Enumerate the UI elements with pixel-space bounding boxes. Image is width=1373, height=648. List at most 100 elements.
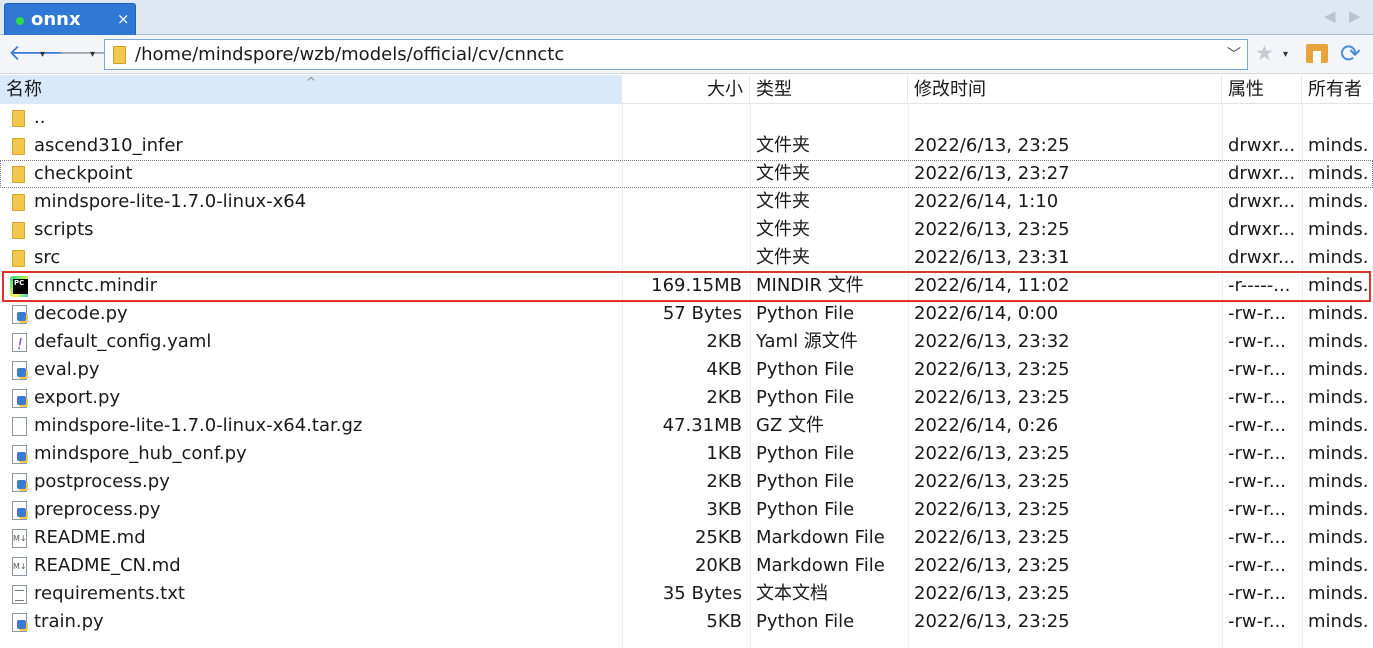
home-folder-icon[interactable] — [1306, 44, 1328, 63]
file-name: decode.py — [34, 303, 128, 324]
file-row[interactable]: .. — [0, 104, 1373, 132]
file-row[interactable]: preprocess.py 3KB Python File 2022/6/13, 23… — [0, 496, 1373, 524]
yaml-file-icon — [12, 330, 27, 356]
file-size: 20KB — [694, 555, 742, 576]
file-icon-cell — [10, 384, 28, 412]
file-attributes — [1228, 104, 1298, 132]
column-header-owner[interactable]: 所有者 — [1302, 75, 1373, 104]
file-attributes: -rw-r... — [1228, 471, 1287, 492]
column-header-name[interactable]: 名称 ^ — [0, 75, 622, 104]
file-row[interactable]: checkpoint 文件夹 2022/6/13, 23:27 drwxr... min… — [0, 160, 1373, 188]
file-row[interactable]: export.py 2KB Python File 2022/6/13, 23:25 -… — [0, 384, 1373, 412]
file-size: 3KB — [706, 499, 742, 520]
file-size: 47.31MB — [662, 415, 742, 436]
file-owner: minds... — [1308, 471, 1368, 492]
close-tab-icon[interactable]: × — [117, 10, 130, 28]
file-row[interactable]: scripts 文件夹 2022/6/13, 23:25 drwxr... minds.… — [0, 216, 1373, 244]
file-row[interactable]: postprocess.py 2KB Python File 2022/6/13, 2… — [0, 468, 1373, 496]
file-icon-cell — [10, 440, 28, 468]
file-owner — [1308, 104, 1368, 132]
file-row[interactable]: mindspore_hub_conf.py 1KB Python File 2022/… — [0, 440, 1373, 468]
file-row[interactable]: mindspore-lite-1.7.0-linux-x64.tar.gz 47.… — [0, 412, 1373, 440]
column-header-type[interactable]: 类型 — [750, 75, 908, 104]
file-modified: 2022/6/13, 23:25 — [914, 443, 1070, 464]
forward-history-dropdown-icon[interactable]: ▾ — [90, 49, 95, 60]
file-name: preprocess.py — [34, 499, 161, 520]
address-history-dropdown-icon[interactable]: ﹀ — [1227, 44, 1241, 64]
file-size — [620, 216, 742, 244]
back-button[interactable]: 🡐 ▾ — [8, 43, 67, 65]
file-icon-cell — [10, 580, 28, 608]
python-file-icon — [12, 473, 27, 492]
file-attributes: -rw-r... — [1228, 443, 1287, 464]
column-header-size[interactable]: 大小 — [622, 75, 750, 104]
file-name: postprocess.py — [34, 471, 170, 492]
file-attributes: -r-----... — [1228, 275, 1291, 296]
file-row[interactable]: default_config.yaml 2KB Yaml 源文件 2022/6/13,… — [0, 328, 1373, 356]
file-icon-cell — [10, 608, 28, 636]
file-modified: 2022/6/14, 11:02 — [914, 275, 1070, 296]
file-type: Markdown File — [756, 555, 885, 576]
file-row[interactable]: eval.py 4KB Python File 2022/6/13, 23:25 -rw… — [0, 356, 1373, 384]
file-row[interactable]: train.py 5KB Python File 2022/6/13, 23:25 -r… — [0, 608, 1373, 636]
folder-icon — [12, 110, 25, 127]
file-modified: 2022/6/14, 1:10 — [914, 191, 1059, 212]
file-row[interactable]: README_CN.md 20KB Markdown File 2022/6/13, … — [0, 552, 1373, 580]
file-icon-cell — [10, 160, 28, 188]
tab-onnx[interactable]: onnx × — [4, 3, 136, 35]
file-size — [620, 188, 742, 216]
file-name: mindspore-lite-1.7.0-linux-x64.tar.gz — [34, 415, 363, 436]
file-size — [620, 132, 742, 160]
file-row[interactable]: requirements.txt 35 Bytes 文本文档 2022/6/13, 2… — [0, 580, 1373, 608]
file-size: 25KB — [694, 527, 742, 548]
back-history-dropdown-icon[interactable]: ▾ — [40, 49, 45, 60]
file-size — [620, 160, 742, 188]
file-owner: minds... — [1308, 247, 1368, 268]
python-file-icon — [12, 389, 27, 408]
file-size: 1KB — [706, 443, 742, 464]
folder-icon — [12, 166, 25, 183]
bookmark-dropdown-icon[interactable]: ▾ — [1283, 49, 1288, 60]
file-attributes: -rw-r... — [1228, 583, 1287, 604]
file-modified: 2022/6/13, 23:25 — [914, 471, 1070, 492]
file-icon-cell — [10, 328, 28, 356]
file-attributes: drwxr... — [1228, 191, 1296, 212]
file-size: 2KB — [706, 331, 742, 352]
address-path[interactable]: /home/mindspore/wzb/models/official/cv/c… — [135, 44, 564, 65]
file-name: cnnctc.mindir — [34, 275, 158, 296]
file-type: Python File — [756, 471, 855, 492]
file-owner: minds... — [1308, 611, 1368, 632]
file-owner: minds... — [1308, 303, 1368, 324]
file-owner: minds... — [1308, 387, 1368, 408]
file-modified: 2022/6/13, 23:25 — [914, 359, 1070, 380]
tab-scroll-right-icon[interactable]: ▶ — [1349, 7, 1361, 25]
file-type: 文件夹 — [756, 135, 810, 156]
folder-icon — [12, 222, 25, 239]
file-row[interactable]: decode.py 57 Bytes Python File 2022/6/14, 0… — [0, 300, 1373, 328]
refresh-icon[interactable]: ⟳ — [1340, 39, 1361, 68]
file-row[interactable]: ascend310_infer 文件夹 2022/6/13, 23:25 drwxr.… — [0, 132, 1373, 160]
file-name: .. — [34, 107, 46, 128]
file-owner: minds... — [1308, 499, 1368, 520]
file-row[interactable]: mindspore-lite-1.7.0-linux-x64 文件夹 2022/6/… — [0, 188, 1373, 216]
column-header-modified[interactable]: 修改时间 — [908, 75, 1222, 104]
file-modified: 2022/6/13, 23:32 — [914, 331, 1070, 352]
column-header-attributes[interactable]: 属性 — [1222, 75, 1302, 104]
file-row[interactable]: cnnctc.mindir 169.15MB MINDIR 文件 2022/6/14,… — [0, 272, 1373, 300]
file-size: 2KB — [706, 471, 742, 492]
file-row[interactable]: README.md 25KB Markdown File 2022/6/13, 23:… — [0, 524, 1373, 552]
file-owner: minds... — [1308, 135, 1368, 156]
column-header: 名称 ^ 大小 类型 修改时间 属性 所有者 — [0, 75, 1373, 104]
forward-button[interactable]: 🡒 ▾ — [58, 43, 117, 65]
address-bar[interactable]: /home/mindspore/wzb/models/official/cv/c… — [104, 39, 1248, 70]
file-type: MINDIR 文件 — [756, 275, 864, 296]
file-attributes: drwxr... — [1228, 247, 1296, 268]
file-type: 文件夹 — [756, 163, 810, 184]
file-type: Python File — [756, 359, 855, 380]
file-modified: 2022/6/13, 23:27 — [914, 163, 1070, 184]
file-modified: 2022/6/13, 23:25 — [914, 583, 1070, 604]
file-row[interactable]: src 文件夹 2022/6/13, 23:31 drwxr... minds... — [0, 244, 1373, 272]
bookmark-star-icon[interactable]: ★ — [1255, 41, 1274, 65]
file-name: mindspore_hub_conf.py — [34, 443, 247, 464]
tab-scroll-left-icon[interactable]: ◀ — [1324, 7, 1336, 25]
